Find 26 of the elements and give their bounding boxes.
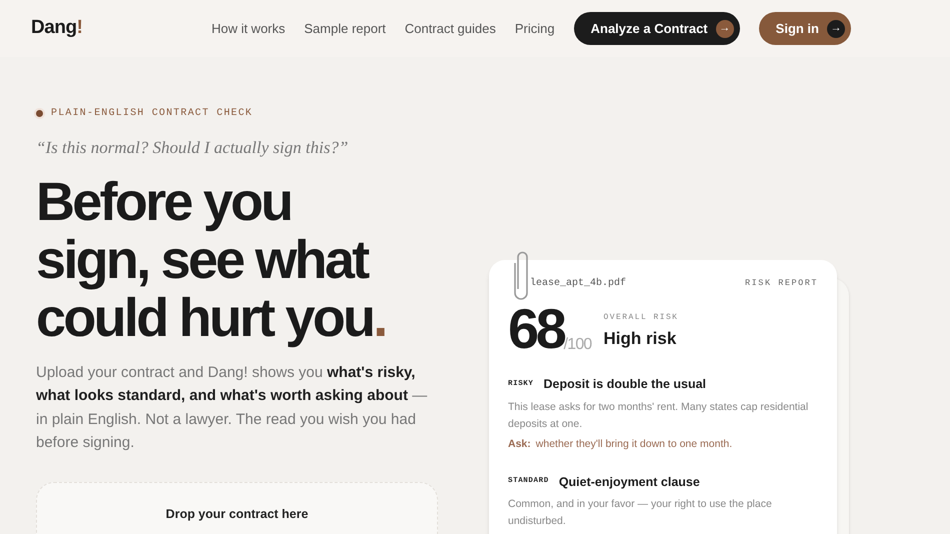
sign-in-button[interactable]: Sign in → [758,12,851,45]
paperclip-icon [513,249,531,301]
headline: Before you sign, see what could hurt you. [36,172,386,346]
overall-label: OVERALL RISK [604,312,678,324]
eyebrow-label: PLAIN-ENGLISH CONTRACT CHECK [51,107,253,121]
finding-text: Common, and in your favor — your right to use the place undisturbed. [508,497,773,530]
drop-zone[interactable]: Drop your contract here [36,482,438,534]
nav-link[interactable]: Contract guides [404,18,496,38]
finding-title: Quiet-enjoyment clause [558,474,700,491]
ask-text: whether they'll bring it down to one month. [536,436,732,452]
nav-link[interactable]: Sample report [304,18,386,38]
intro-paragraph: Upload your contract and Dang! shows you what's risky, what looks standard, and what's worth asking about — in plain English. Not a lawyer. The read you wish you had before signing. [36,362,428,453]
drop-zone-title: Drop your contract here [166,506,308,523]
nav-link[interactable]: How it works [211,18,286,38]
logo[interactable]: Dang! [31,14,82,43]
analyze-button[interactable]: Analyze a Contract → [574,12,740,45]
nav-link[interactable]: Pricing [514,18,555,38]
risk-level: High risk [604,328,678,350]
ask-label: Ask: [508,436,531,452]
file-name: lease_apt_4b.pdf [530,276,626,291]
finding-title: Deposit is double the usual [544,376,706,393]
finding-text: This lease asks for two months' rent. Many states cap residential deposits at one. [508,400,810,432]
quote: “Is this normal? Should I actually sign this?” [36,137,350,159]
risk-score: 68 [508,303,564,355]
score-max: /100 [564,336,592,355]
report-label: RISK REPORT [745,277,818,290]
